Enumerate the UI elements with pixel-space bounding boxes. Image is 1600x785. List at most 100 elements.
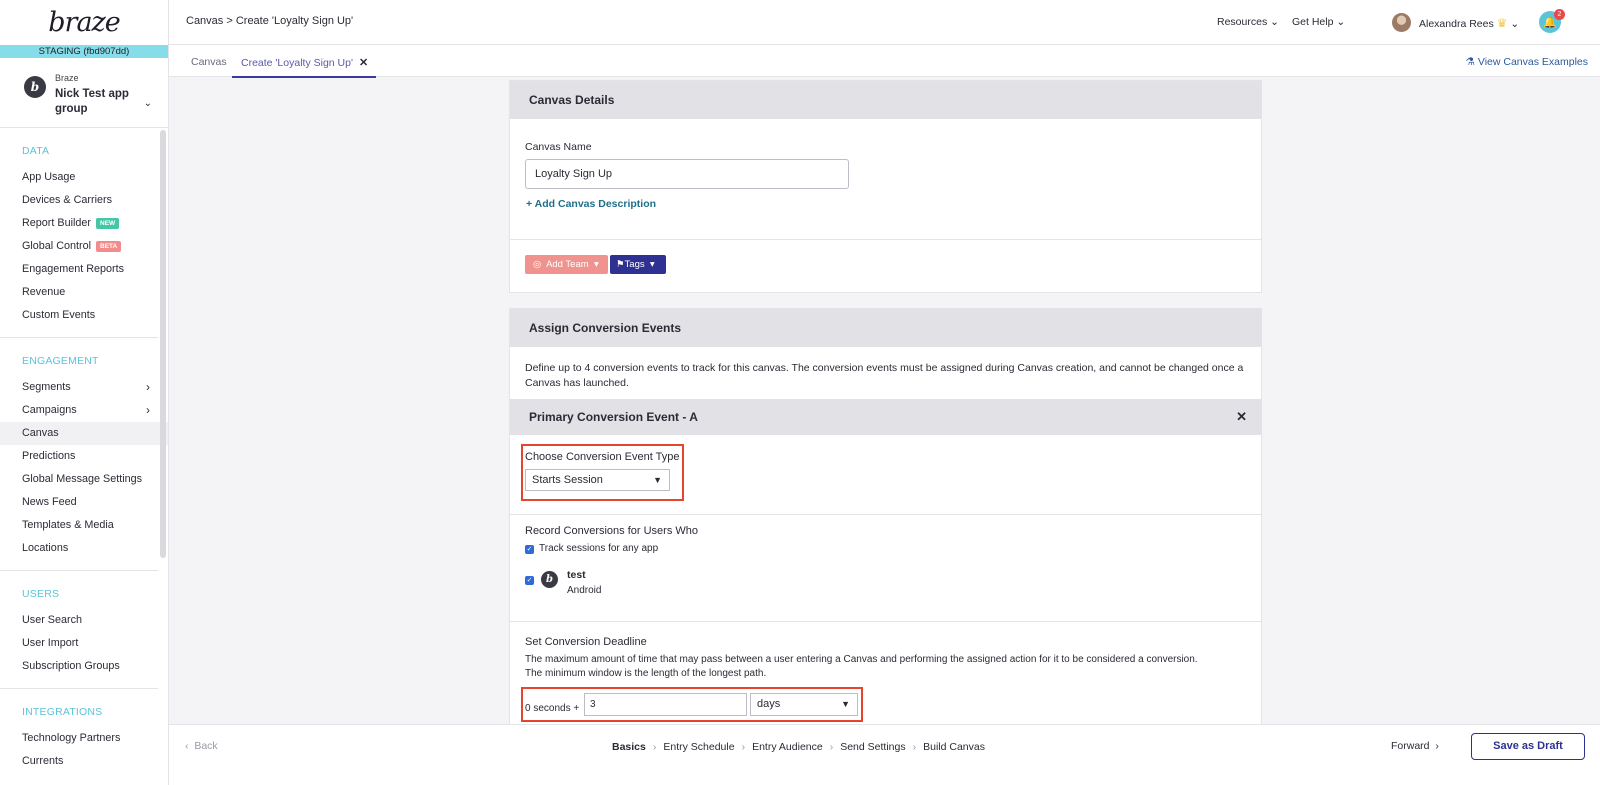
conversion-events-card: Assign Conversion Events Define up to 4 … xyxy=(509,308,1262,728)
avatar[interactable] xyxy=(1392,13,1411,32)
sidebar-item-label: Locations xyxy=(22,542,69,554)
sidebar-item-campaigns[interactable]: Campaigns › xyxy=(0,399,168,422)
sidebar-item-global-message-settings[interactable]: Global Message Settings xyxy=(0,468,168,491)
step-basics[interactable]: Basics xyxy=(612,741,646,753)
chevron-right-icon: › xyxy=(829,741,834,753)
sidebar-item-user-import[interactable]: User Import xyxy=(0,632,168,655)
app-group-company: Braze xyxy=(55,73,79,83)
footer-bar: ‹ Back Basics › Entry Schedule › Entry Audie… xyxy=(169,724,1600,785)
forward-button[interactable]: Forward › xyxy=(1391,740,1439,752)
sidebar-item-revenue[interactable]: Revenue xyxy=(0,281,168,304)
primary-conversion-event-header: Primary Conversion Event - A ✕ xyxy=(510,399,1261,435)
caret-down-icon: ▾ xyxy=(593,259,599,270)
record-conversions-label: Record Conversions for Users Who xyxy=(525,525,699,537)
track-any-app-label: Track sessions for any app xyxy=(539,543,659,554)
divider xyxy=(510,239,1261,240)
add-team-button[interactable]: ◎ Add Team ▾ xyxy=(525,255,608,274)
highlight-box xyxy=(521,687,863,722)
step-entry-audience[interactable]: Entry Audience xyxy=(752,741,823,753)
sidebar-item-technology-partners[interactable]: Technology Partners xyxy=(0,727,168,750)
nav-title-data: DATA xyxy=(22,145,50,157)
sidebar-item-custom-events[interactable]: Custom Events xyxy=(0,304,168,327)
sidebar-item-canvas[interactable]: Canvas xyxy=(0,422,168,445)
app-group-switcher[interactable]: b Braze Nick Test app group ⌄ xyxy=(0,58,168,128)
tab-canvas[interactable]: Canvas xyxy=(191,56,227,68)
close-icon[interactable]: ✕ xyxy=(359,57,368,69)
nav-section-data: DATA App Usage Devices & Carriers Report… xyxy=(0,128,168,338)
close-icon[interactable]: ✕ xyxy=(1236,399,1247,435)
sidebar-scrollbar[interactable] xyxy=(160,130,166,558)
tab-create-loyalty-sign-up[interactable]: Create 'Loyalty Sign Up' ✕ xyxy=(232,56,377,78)
braze-logo[interactable]: braze xyxy=(48,7,120,38)
chevron-right-icon: › xyxy=(741,741,746,753)
sidebar-item-global-control[interactable]: Global Control BETA xyxy=(0,235,168,258)
chevron-right-icon: › xyxy=(146,380,150,394)
chevron-down-icon[interactable]: ⌄ xyxy=(144,98,152,109)
step-build-canvas[interactable]: Build Canvas xyxy=(923,741,985,753)
app-platform: Android xyxy=(567,585,602,596)
back-label: Back xyxy=(194,740,218,752)
sidebar-item-label: App Usage xyxy=(22,171,76,183)
primary-conversion-event-title: Primary Conversion Event - A xyxy=(529,410,698,424)
add-canvas-description-link[interactable]: + Add Canvas Description xyxy=(526,198,656,210)
step-navigation: Basics › Entry Schedule › Entry Audience › Sen… xyxy=(612,741,985,753)
sidebar-item-news-feed[interactable]: News Feed xyxy=(0,491,168,514)
sidebar-item-label: Custom Events xyxy=(22,309,96,321)
chevron-right-icon: › xyxy=(146,403,150,417)
canvas-name-label: Canvas Name xyxy=(525,141,592,153)
nav-section-users: USERS User Search User Import Subscripti… xyxy=(0,571,168,689)
sidebar-item-app-usage[interactable]: App Usage xyxy=(0,166,168,189)
sidebar-item-user-search[interactable]: User Search xyxy=(0,609,168,632)
app-group-text: Braze Nick Test app group xyxy=(55,73,135,117)
user-name: Alexandra Rees xyxy=(1419,18,1494,30)
sidebar-item-segments[interactable]: Segments › xyxy=(0,376,168,399)
get-help-menu[interactable]: Get Help ⌄ xyxy=(1292,16,1345,28)
back-button[interactable]: ‹ Back xyxy=(185,740,218,752)
chevron-right-icon: › xyxy=(652,741,657,753)
nav-title-engagement: ENGAGEMENT xyxy=(22,355,99,367)
canvas-name-input[interactable]: Loyalty Sign Up xyxy=(525,159,849,189)
caret-down-icon: ▾ xyxy=(649,259,655,270)
sidebar-item-templates-media[interactable]: Templates & Media xyxy=(0,514,168,537)
app-group-name: Nick Test app group xyxy=(55,88,129,115)
conversion-deadline-description: The maximum amount of time that may pass… xyxy=(525,654,1198,665)
chevron-right-icon: › xyxy=(912,741,917,753)
tags-button[interactable]: ⚑Tags ▾ xyxy=(610,255,666,274)
tag-icon: ⚑ xyxy=(616,259,625,270)
sidebar-item-label: Devices & Carriers xyxy=(22,194,112,206)
app-test-checkbox[interactable]: ✓ xyxy=(525,576,534,585)
sidebar-item-label: Currents xyxy=(22,755,64,767)
sidebar-item-label: Engagement Reports xyxy=(22,263,125,275)
globe-icon: ◎ xyxy=(533,259,542,270)
view-canvas-examples-link[interactable]: ⚗ View Canvas Examples xyxy=(1466,56,1588,68)
save-as-draft-button[interactable]: Save as Draft xyxy=(1471,733,1585,760)
user-menu[interactable]: Alexandra Rees ♛ ⌄ xyxy=(1419,16,1519,30)
resources-label: Resources xyxy=(1217,16,1268,28)
sidebar-item-predictions[interactable]: Predictions xyxy=(0,445,168,468)
sidebar-item-devices-carriers[interactable]: Devices & Carriers xyxy=(0,189,168,212)
flask-icon: ⚗ xyxy=(1465,56,1475,68)
sidebar-item-label: Templates & Media xyxy=(22,519,114,531)
sidebar-item-currents[interactable]: Currents xyxy=(0,750,168,773)
view-canvas-examples-label: View Canvas Examples xyxy=(1477,56,1588,68)
track-any-app-checkbox[interactable]: ✓ xyxy=(525,545,534,554)
sidebar-item-report-builder[interactable]: Report Builder NEW xyxy=(0,212,168,235)
conversion-deadline-minimum: The minimum window is the length of the … xyxy=(525,668,767,679)
sidebar-item-engagement-reports[interactable]: Engagement Reports xyxy=(0,258,168,281)
sidebar-item-subscription-groups[interactable]: Subscription Groups xyxy=(0,655,168,678)
app-name: test xyxy=(567,569,586,581)
sidebar-item-locations[interactable]: Locations xyxy=(0,537,168,560)
sidebar-item-label: Report Builder xyxy=(22,217,92,229)
resources-menu[interactable]: Resources ⌄ xyxy=(1217,16,1279,28)
add-team-label: Add Team xyxy=(546,259,589,270)
nav-title-integrations: INTEGRATIONS xyxy=(22,706,103,718)
new-badge: NEW xyxy=(96,218,120,229)
step-entry-schedule[interactable]: Entry Schedule xyxy=(663,741,734,753)
sidebar-item-label: Global Control xyxy=(22,240,92,252)
braze-app-icon: b xyxy=(24,76,46,98)
canvas-details-card: Canvas Details Canvas Name Loyalty Sign … xyxy=(509,80,1262,293)
step-send-settings[interactable]: Send Settings xyxy=(840,741,905,753)
environment-badge: STAGING (fbd907dd) xyxy=(0,45,168,58)
breadcrumb: Canvas > Create 'Loyalty Sign Up' xyxy=(186,15,354,27)
sidebar-item-label: Segments xyxy=(22,381,71,393)
